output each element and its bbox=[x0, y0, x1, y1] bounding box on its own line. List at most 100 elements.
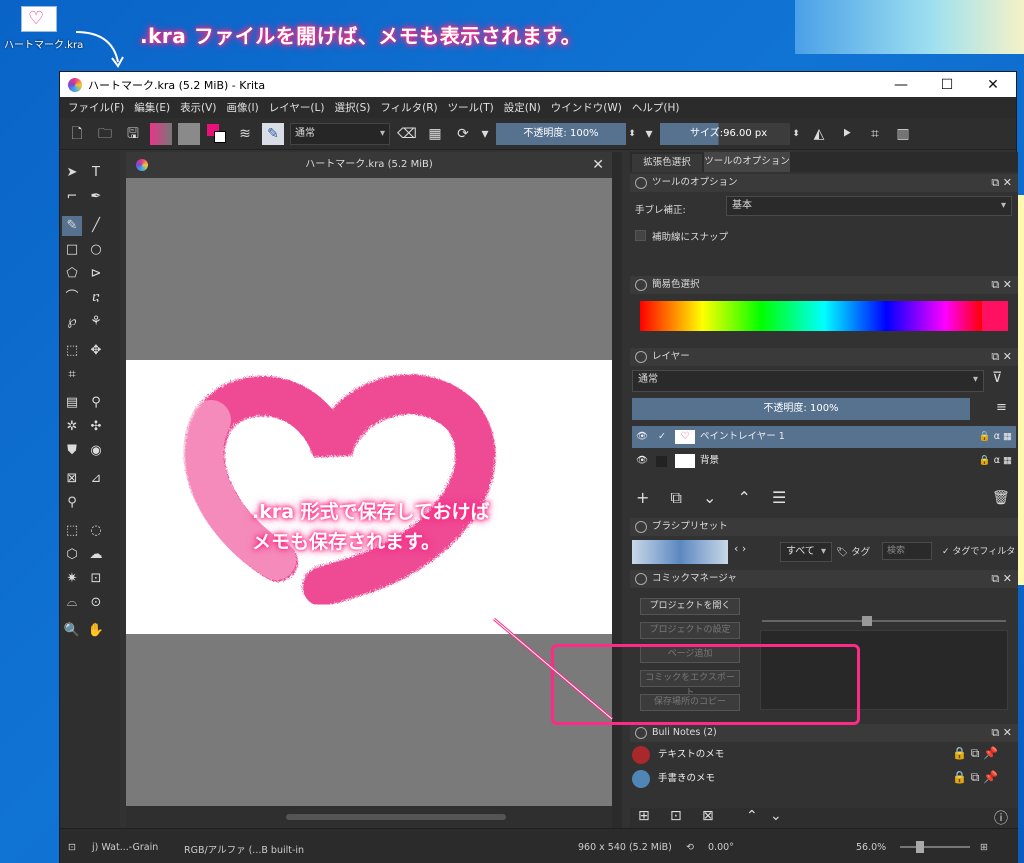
canvas-vertical-scrollbar[interactable] bbox=[612, 152, 622, 828]
reload-preset-icon[interactable]: ⟳ bbox=[452, 123, 474, 145]
move-up-icon[interactable]: ⌃ bbox=[746, 808, 758, 824]
mirror-horizontal-icon[interactable]: ◭ bbox=[808, 123, 830, 145]
assistant-tool-icon[interactable]: ⊠ bbox=[62, 469, 82, 489]
snap-checkbox[interactable] bbox=[635, 230, 646, 241]
float-close-icon[interactable]: ⧉ ✕ bbox=[991, 570, 1012, 588]
tag-button[interactable]: 🏷 タグ bbox=[836, 544, 870, 558]
preset-filter-select[interactable]: すべて bbox=[780, 542, 832, 562]
crop-icon[interactable]: ⌗ bbox=[864, 123, 886, 145]
desktop-file-icon[interactable]: ♡ ハートマーク.kra bbox=[4, 6, 83, 51]
delete-note-icon[interactable]: ⊠ bbox=[702, 808, 714, 824]
text-tool-icon[interactable]: T bbox=[86, 163, 106, 183]
brush-preset-icon[interactable]: ✎ bbox=[262, 122, 284, 145]
menu-select[interactable]: 選択(S) bbox=[334, 100, 370, 115]
rect-select-icon[interactable]: ⬚ bbox=[62, 521, 82, 541]
visibility-eye-icon[interactable]: 👁 bbox=[636, 426, 648, 448]
save-icon[interactable]: 🖫 bbox=[122, 123, 144, 145]
brush-preset-strip[interactable] bbox=[632, 540, 728, 564]
menu-image[interactable]: 画像(I) bbox=[226, 100, 258, 115]
layer-row[interactable]: 👁 背景 🔒 α ▦ bbox=[632, 450, 1016, 472]
zoom-tool-icon[interactable]: 🔍 bbox=[62, 621, 82, 641]
line-tool-icon[interactable]: ╱ bbox=[86, 216, 106, 236]
minimize-icon[interactable]: — bbox=[878, 77, 924, 93]
freehand-brush-icon[interactable]: ✎ bbox=[62, 216, 82, 236]
edit-shapes-icon[interactable]: ⌐ bbox=[62, 187, 82, 207]
menu-layer[interactable]: レイヤー(L) bbox=[269, 100, 325, 115]
lock-docker-icon[interactable] bbox=[635, 727, 647, 739]
crop-tool-icon[interactable]: ⌗ bbox=[62, 365, 82, 385]
open-folder-icon[interactable]: 🗀 bbox=[94, 123, 116, 145]
similar-select-icon[interactable]: ⊡ bbox=[86, 569, 106, 589]
magnetic-select-icon[interactable]: ⊙ bbox=[86, 593, 106, 613]
float-close-icon[interactable]: ⧉ ✕ bbox=[991, 724, 1012, 742]
pan-tool-icon[interactable]: ✋ bbox=[86, 621, 106, 641]
status-colorspace[interactable]: RGB/アルファ (...B built-in bbox=[184, 842, 304, 856]
size-slider[interactable]: サイズ:96.00 px bbox=[660, 122, 790, 145]
stabilizer-select[interactable]: 基本 bbox=[726, 196, 1012, 216]
ellipse-select-icon[interactable]: ◌ bbox=[86, 521, 106, 541]
calligraphy-icon[interactable]: ✒ bbox=[86, 187, 106, 207]
canvas-horizontal-scrollbar[interactable] bbox=[126, 806, 612, 828]
layer-menu-icon[interactable]: ≡ bbox=[996, 400, 1007, 415]
tab-extended-color[interactable]: 拡張色選択 bbox=[632, 154, 702, 172]
transform-tool-icon[interactable]: ⬚ bbox=[62, 341, 82, 361]
zoom-slider-handle[interactable] bbox=[916, 841, 924, 853]
reference-tool-icon[interactable]: ⚲ bbox=[62, 493, 82, 513]
menu-window[interactable]: ウインドウ(W) bbox=[551, 100, 622, 115]
color-swatch-icon[interactable] bbox=[206, 123, 228, 145]
note-item[interactable]: 手書きのメモ bbox=[632, 768, 914, 790]
comic-slider-handle[interactable] bbox=[862, 616, 872, 626]
zoom-slider[interactable] bbox=[900, 846, 970, 848]
fit-screen-icon[interactable]: ⊞ bbox=[980, 842, 988, 853]
gradient-swatch-icon[interactable] bbox=[150, 122, 172, 145]
layer-filter-icon[interactable]: ⊽ bbox=[992, 370, 1002, 386]
float-close-icon[interactable]: ⧉ ✕ bbox=[991, 276, 1012, 294]
polyline-tool-icon[interactable]: ⊳ bbox=[86, 264, 106, 284]
dynamic-brush-icon[interactable]: ℘ bbox=[62, 312, 82, 332]
mirror-vertical-icon[interactable]: ⯈ bbox=[836, 123, 858, 145]
move-tool-icon[interactable]: ✥ bbox=[86, 341, 106, 361]
dropdown-arrow-icon[interactable]: ▾ bbox=[480, 123, 490, 145]
note-lock-icons[interactable]: 🔒 ⧉ 📌 bbox=[952, 746, 998, 761]
brush-settings-icon[interactable]: ≋ bbox=[234, 123, 256, 145]
menu-view[interactable]: 表示(V) bbox=[180, 100, 216, 115]
freehand-path-icon[interactable]: ⴀ bbox=[86, 288, 106, 308]
gradient-tool-icon[interactable]: ▤ bbox=[62, 393, 82, 413]
menu-help[interactable]: ヘルプ(H) bbox=[632, 100, 680, 115]
lock-docker-icon[interactable] bbox=[635, 573, 647, 585]
layer-checkbox[interactable]: ✓ bbox=[658, 426, 666, 448]
title-bar[interactable]: ハートマーク.kra (5.2 MiB) - Krita — ☐ ✕ bbox=[60, 72, 1016, 97]
layer-lock-alpha-icons[interactable]: 🔒 α ▦ bbox=[979, 450, 1012, 472]
project-settings-button[interactable]: プロジェクトの設定 bbox=[640, 622, 740, 639]
menu-settings[interactable]: 設定(N) bbox=[504, 100, 541, 115]
close-doc-icon[interactable]: ✕ bbox=[592, 152, 604, 178]
enclose-fill-icon[interactable]: ◉ bbox=[86, 441, 106, 461]
new-document-icon[interactable]: 🗋 bbox=[66, 123, 88, 145]
freehand-select-icon[interactable]: ☁ bbox=[86, 545, 106, 565]
comic-slider-track[interactable] bbox=[762, 620, 1006, 622]
add-note-icon[interactable]: ⊞ bbox=[638, 808, 650, 824]
preset-search-input[interactable]: 検索 bbox=[882, 542, 932, 560]
preset-nav-icons[interactable]: ‹ › bbox=[734, 542, 746, 555]
opacity-stepper-icon[interactable]: ⬍ bbox=[626, 123, 638, 145]
select-shapes-icon[interactable]: ➤ bbox=[62, 163, 82, 183]
note-lock-icons[interactable]: 🔒 ⧉ 📌 bbox=[952, 770, 998, 785]
open-project-button[interactable]: プロジェクトを開く bbox=[640, 598, 740, 615]
bezier-select-icon[interactable]: ⌓ bbox=[62, 593, 82, 613]
measure-tool-icon[interactable]: ⊿ bbox=[86, 469, 106, 489]
layer-row[interactable]: 👁 ✓ ♡ ペイントレイヤー 1 🔒 α ▦ bbox=[632, 426, 1016, 448]
add-handwritten-note-icon[interactable]: ⊡ bbox=[670, 808, 682, 824]
layer-opacity-slider[interactable]: 不透明度: 100% bbox=[632, 398, 970, 420]
color-picker-icon[interactable]: ⚲ bbox=[86, 393, 106, 413]
layer-actions-icons[interactable]: + ⧉ ⌄ ⌃ ☰ bbox=[636, 488, 794, 508]
menu-edit[interactable]: 編集(E) bbox=[134, 100, 170, 115]
multibrush-icon[interactable]: ⚘ bbox=[86, 312, 106, 332]
blend-mode-select[interactable]: 通常 bbox=[290, 122, 390, 145]
tab-tool-options[interactable]: ツールのオプション bbox=[704, 152, 790, 172]
note-item[interactable]: テキストのメモ bbox=[632, 744, 914, 766]
size-stepper-icon[interactable]: ⬍ bbox=[790, 123, 802, 145]
float-close-icon[interactable]: ⧉ ✕ bbox=[991, 348, 1012, 366]
rectangle-tool-icon[interactable]: □ bbox=[62, 240, 82, 260]
document-tab[interactable]: ハートマーク.kra (5.2 MiB) ✕ bbox=[126, 152, 612, 178]
lock-docker-icon[interactable] bbox=[635, 279, 647, 291]
